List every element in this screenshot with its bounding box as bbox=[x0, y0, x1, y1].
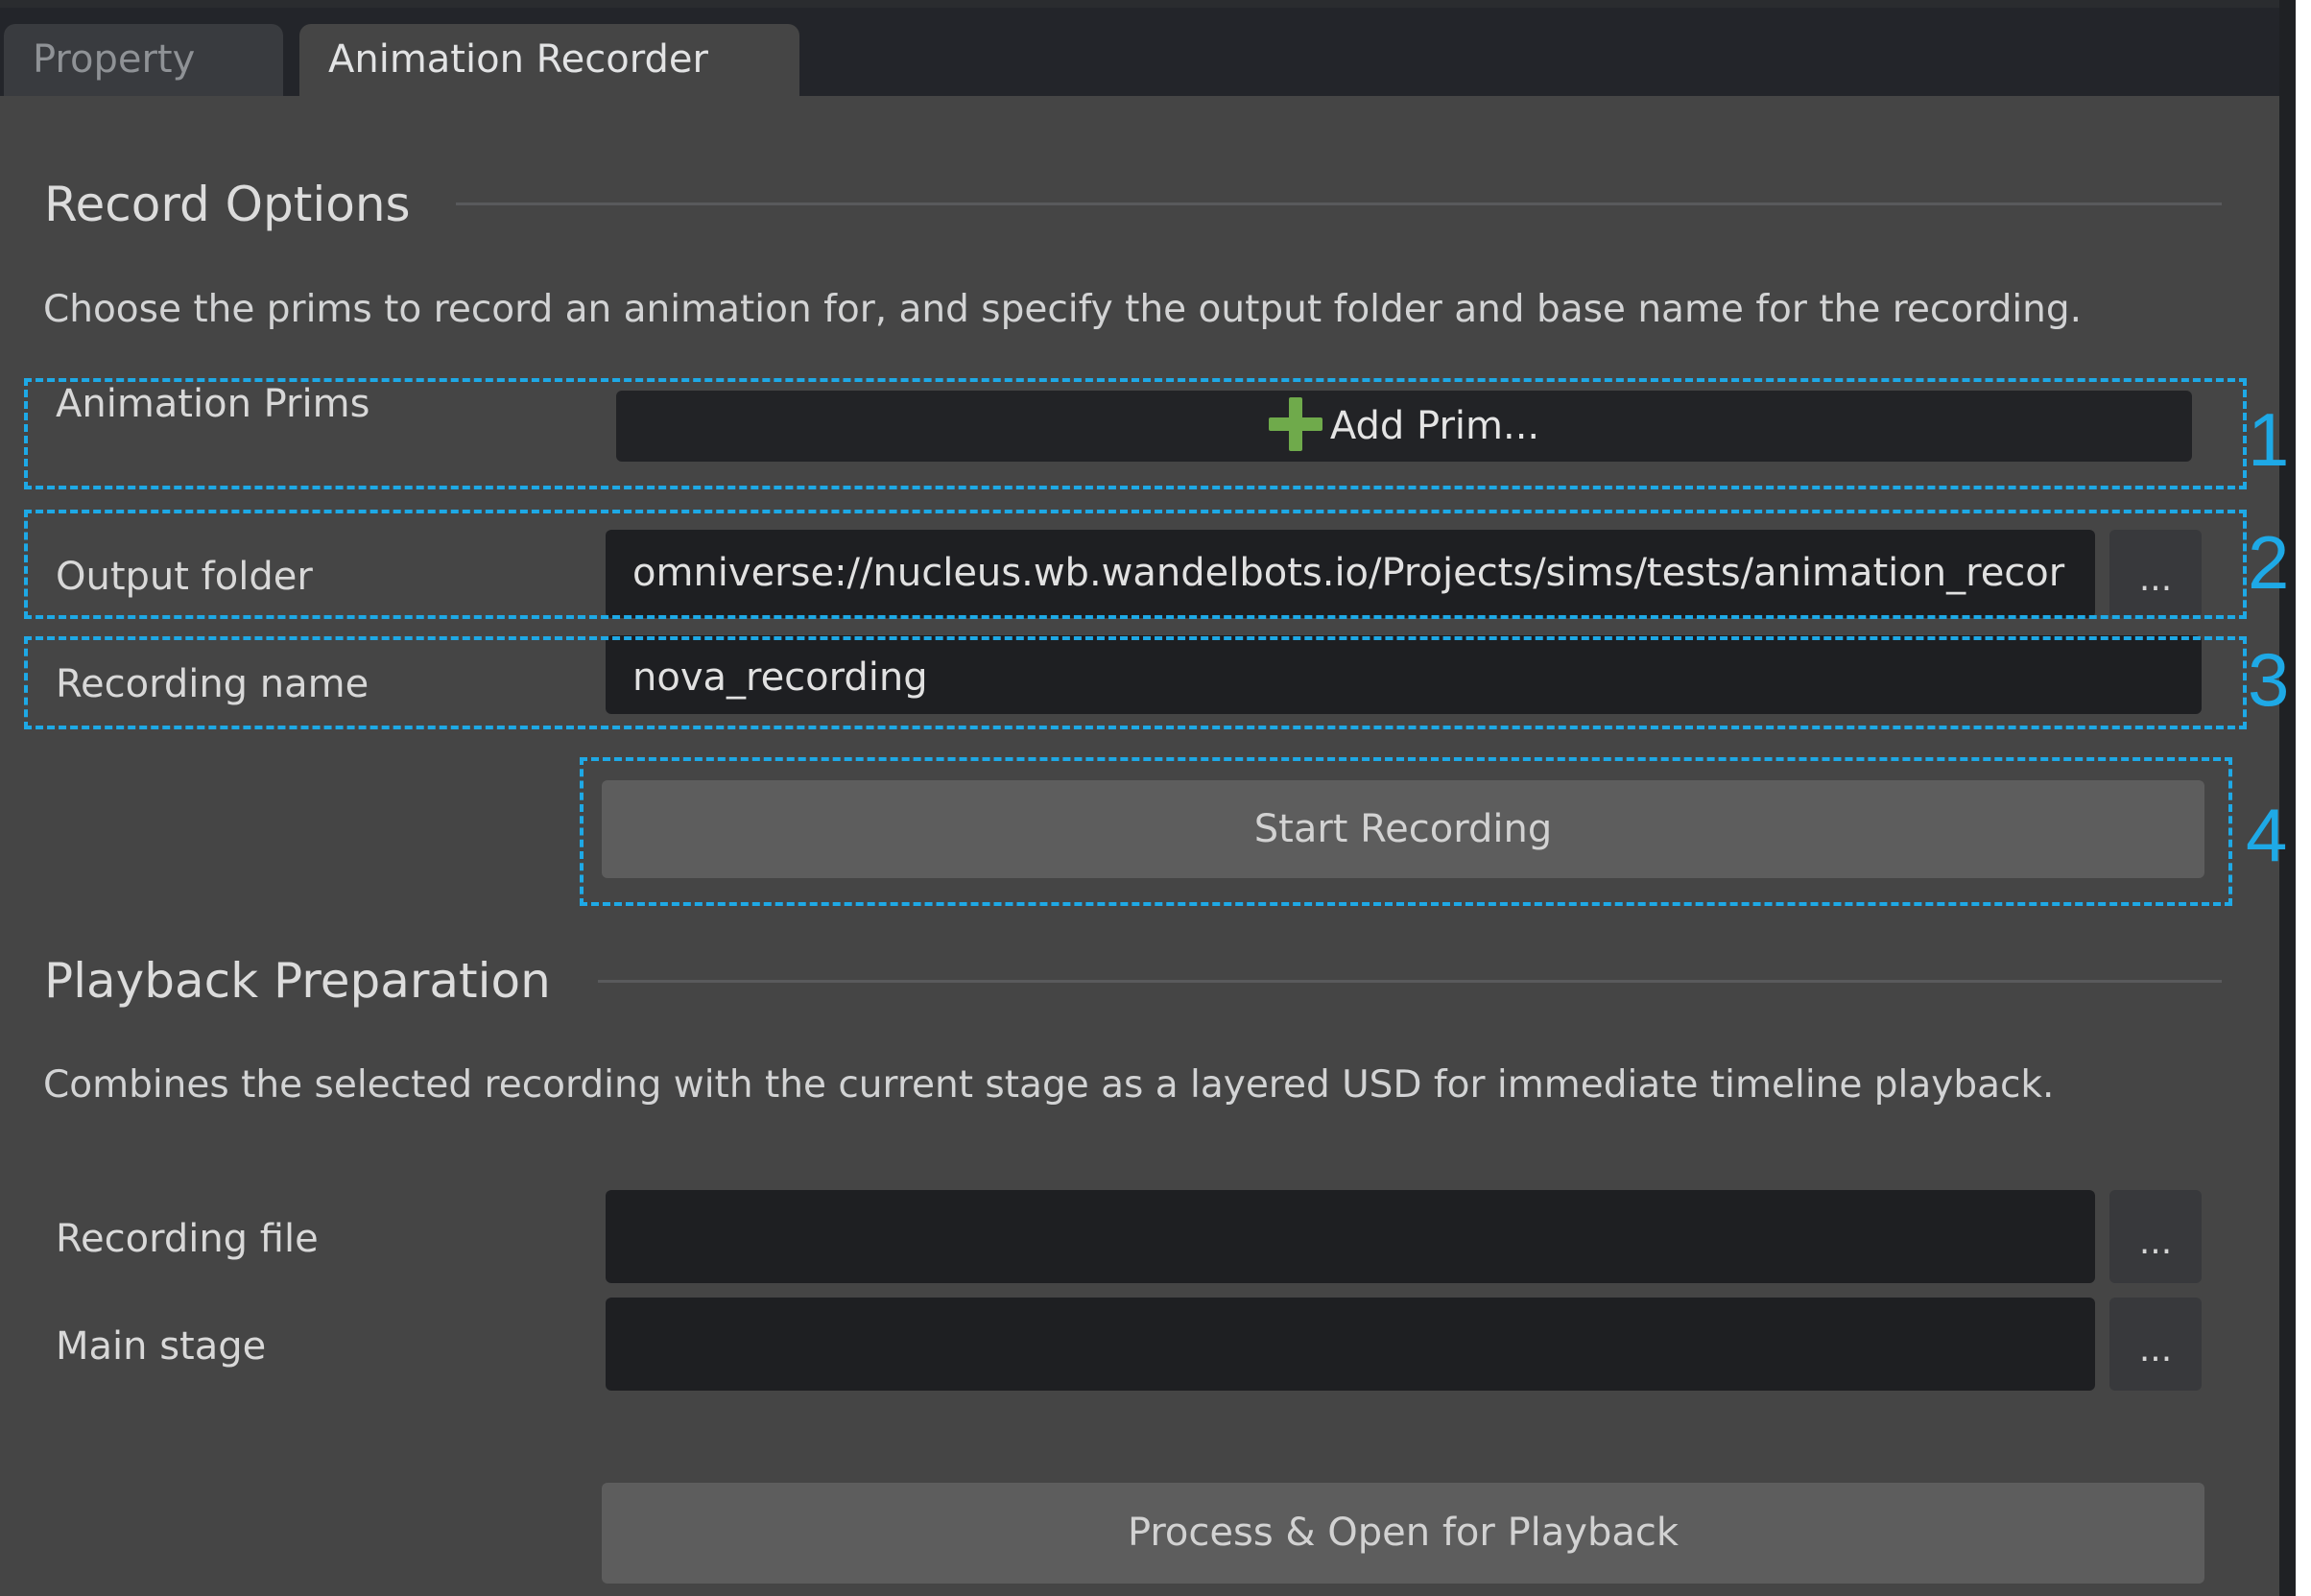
record-options-description: Choose the prims to record an animation … bbox=[43, 288, 2083, 331]
recording-file-browse-button[interactable]: ... bbox=[2109, 1190, 2202, 1283]
tab-bar: Property Animation Recorder bbox=[0, 8, 2279, 96]
main-stage-browse-button[interactable]: ... bbox=[2109, 1298, 2202, 1391]
tab-animation-recorder[interactable]: Animation Recorder bbox=[299, 24, 799, 96]
window-top-strip bbox=[0, 0, 2279, 8]
playback-preparation-description: Combines the selected recording with the… bbox=[43, 1063, 2055, 1107]
main-stage-label: Main stage bbox=[56, 1324, 267, 1369]
annotation-box-2 bbox=[24, 510, 2247, 619]
annotation-number-4: 4 bbox=[2246, 793, 2288, 877]
animation-recorder-panel: Property Animation Recorder Record Optio… bbox=[0, 0, 2296, 1596]
record-options-title: Record Options bbox=[44, 177, 411, 232]
recording-file-field[interactable] bbox=[606, 1190, 2095, 1283]
tab-property[interactable]: Property bbox=[4, 24, 283, 96]
recording-file-label: Recording file bbox=[56, 1217, 319, 1261]
record-options-divider bbox=[456, 202, 2222, 205]
main-stage-field[interactable] bbox=[606, 1298, 2095, 1391]
process-open-playback-button[interactable]: Process & Open for Playback bbox=[602, 1483, 2204, 1584]
annotation-number-1: 1 bbox=[2248, 397, 2290, 482]
annotation-box-4 bbox=[580, 757, 2232, 906]
annotation-box-3 bbox=[24, 636, 2247, 729]
annotation-number-3: 3 bbox=[2248, 637, 2290, 722]
annotation-number-2: 2 bbox=[2248, 520, 2290, 605]
annotation-box-1 bbox=[24, 378, 2247, 489]
playback-preparation-divider bbox=[598, 980, 2222, 983]
playback-preparation-title: Playback Preparation bbox=[44, 953, 551, 1009]
